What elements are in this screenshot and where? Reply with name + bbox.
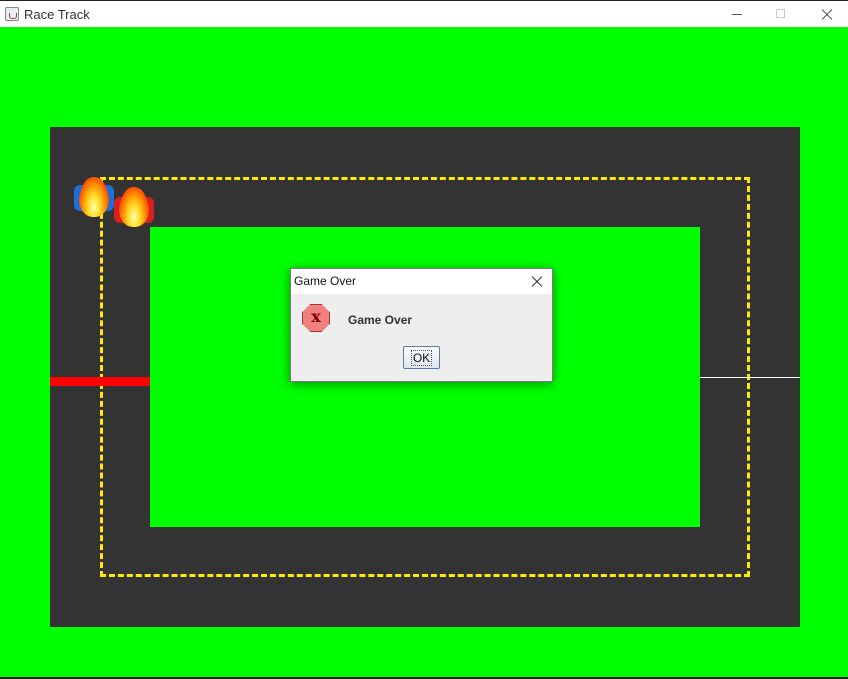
close-button[interactable] [803,1,848,28]
dialog-title: Game Over [294,274,357,288]
red-car [114,187,156,237]
fire-icon [119,187,149,227]
error-icon: x [302,304,330,332]
ok-button[interactable]: OK [403,346,440,369]
checkpoint-line [700,377,800,378]
minimize-button[interactable] [714,1,760,28]
start-finish-line [50,377,150,386]
dialog-close-icon[interactable] [527,272,547,292]
game-over-dialog: Game Over x Game Over OK [290,268,553,382]
dialog-titlebar: Game Over [291,269,552,294]
maximize-button[interactable] [758,1,804,28]
ok-button-label: OK [410,349,433,366]
window-title: Race Track [24,7,90,22]
fire-icon [79,177,109,217]
dialog-message: Game Over [348,313,413,327]
java-cup-icon [5,7,19,21]
blue-car [74,177,116,223]
window-titlebar: Race Track [0,0,848,27]
